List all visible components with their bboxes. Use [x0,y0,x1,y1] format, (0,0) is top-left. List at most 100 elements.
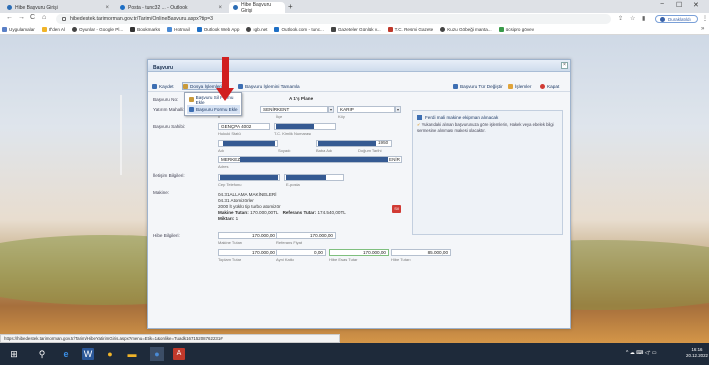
document-icon [189,97,194,102]
label-hibe: Hibe Bilgileri: [153,233,180,238]
browser-menu-icon[interactable]: ⋮ [702,15,708,22]
sidepanel-icon[interactable]: ▮ [642,15,645,22]
makine-sil-button[interactable]: Sil [392,205,401,213]
forward-icon[interactable]: → [18,14,25,21]
leaf-icon [498,27,504,32]
address-bar-row: ← → C ⌂ hibedestek.tarimorman.gov.tr/Tar… [0,13,709,25]
outlook-favicon-icon [120,5,125,10]
koy-select[interactable]: KARIP [337,106,395,113]
makine-tur: 04.31 Atomizörler [218,198,254,203]
redacted-name [223,141,275,146]
word-icon[interactable]: W [82,348,94,360]
tur-degistir-button[interactable]: Başvuru Tür Değiştir [453,82,503,90]
bookmark-ifden[interactable]: If'den Al [41,27,65,32]
bookmark-hotmail[interactable]: Hotmail [167,27,190,32]
bookmark-bookmarks[interactable]: Bookmarks [130,27,160,32]
reload-icon[interactable]: C [30,14,35,21]
tools-icon [508,83,513,89]
bookmark-outlook-com[interactable]: Outlook.com - tunc... [274,27,324,32]
search-icon[interactable]: ⚲ [36,348,48,360]
file-explorer-icon[interactable]: ▬ [126,348,138,360]
redacted-phone [220,175,278,180]
home-icon[interactable]: ⌂ [42,14,46,21]
hukuki-statu-field[interactable]: GENÇPA 4002 [218,123,270,130]
close-circle-icon [540,83,545,89]
bookmark-resmi-gazete[interactable]: T.C. Resmi Gazete [387,27,433,32]
star-icon[interactable]: ☆ [630,15,635,22]
chrome-icon[interactable]: ● [104,348,116,360]
menu-item-basvuru-formu-ekle[interactable]: Başvuru Formu Ekle [187,105,240,114]
outlook-icon [274,27,280,32]
url-bar[interactable]: hibedestek.tarimorman.gov.tr/Tarim/Onlin… [56,14,611,24]
start-windows-icon[interactable]: ⊞ [8,348,20,360]
minimize-icon[interactable]: − [660,1,664,8]
bookmarks-more-icon[interactable]: » [701,26,704,32]
baba-adi-caption: Baba Adı [316,148,333,153]
bookmark-ucsipro[interactable]: ücsipro gövev [498,27,534,32]
kaydet-button[interactable]: Kaydet [152,82,174,90]
bookmark-outlook-web[interactable]: Outlook Web App [196,27,239,32]
makine-tutari-field[interactable]: 170.000,00 [218,232,278,239]
bookmarks-bar: Uygulamalar If'den Al Oyunlar - Google P… [0,25,709,35]
il-select[interactable]: SENİRKENT [260,106,328,113]
new-tab-button[interactable]: + [288,2,293,11]
dialog-close-button[interactable]: × [561,62,568,69]
label-basvuru-sahibi: Başvuru Sahibi: [153,124,186,129]
adres-caption: Adres [218,164,229,169]
note-item: Ferdi mali makine ekipman alınacak [417,115,498,120]
hibe-esas-tutar-field[interactable]: 170.000,00 [329,249,389,256]
chevron-down-icon[interactable]: ▾ [328,106,334,113]
redacted-tc [276,124,314,129]
tab-hibe-basvuru-active[interactable]: Hibe Başvuru Girişi [229,1,285,14]
bookmark-apps[interactable]: Uygulamalar [2,27,35,32]
label-basvuru-no: Başvuru No: [153,97,179,102]
windows-taskbar: ⊞ ⚲ e W ● ▬ ● A ^ ☁ ⌨ ◁ᐩ ▭ 16:16 20.12.2… [0,343,709,365]
status-bar-url: https://hibedestek.tarimorman.gov.tr/Tar… [0,334,340,343]
note-item-2: ✔ Yukarıdaki alınan başvurunuza göre işl… [417,122,557,133]
globe-icon [440,27,446,32]
tab-hibe-basvuru-1[interactable]: Hibe Başvuru Girişi × [3,2,113,13]
bookmark-kuzu[interactable]: Kuzu Göbeği manta... [440,27,492,32]
kapat-button[interactable]: Kapat [540,82,559,90]
maximize-icon[interactable]: ☐ [676,1,682,9]
pdf-reader-icon[interactable]: A [173,348,185,360]
system-tray-icons[interactable]: ^ ☁ ⌨ ◁ᐩ ▭ [626,350,657,356]
makine-tutari-caption: Makine Tutarı [218,240,243,245]
makine-kategori: 04.31ALLAMA MAKİNELERİ [218,192,277,197]
toplam-tutar-field[interactable]: 170.000,00 [218,249,278,256]
bookmark-oyunlar[interactable]: Oyunlar - Google Pl... [72,27,123,32]
bookmark-igb[interactable]: ıgb.net [246,27,267,32]
site-favicon-icon [233,5,238,10]
chrome-active-icon[interactable]: ● [150,347,164,361]
star-icon [130,27,136,32]
note-text-1: Ferdi mali makine ekipman alınacak [425,115,499,120]
close-window-icon[interactable]: ✕ [693,1,699,9]
share-icon[interactable]: ⇪ [618,15,623,22]
toplam-tutar-caption: Toplam Tutar [218,257,242,262]
profile-button[interactable]: Duraklatıldı [655,15,698,23]
clock[interactable]: 16:16 20.12.2022 [686,347,708,359]
hibe-tutari-field[interactable]: 85.000,00 [391,249,451,256]
notes-panel: Ferdi mali makine ekipman alınacak ✔ Yuk… [412,110,563,235]
bookmark-gazeteler[interactable]: Gazeteler Günlük v... [330,27,381,32]
dialog-title: Başvuru [148,60,570,72]
edge-browser-icon[interactable]: e [60,348,72,360]
islemler-button[interactable]: İşlemler [508,82,531,90]
referans-fiyat-field[interactable]: 170.000,00 [276,232,336,239]
hukuki-statu-caption: Hukuki Statü [218,131,241,136]
basvuru-tamamla-button[interactable]: Başvuru İşlemini Tamamla [238,82,300,90]
hibe-tutari-caption: Hibe Tutarı [391,257,411,262]
annotation-arrow-shaft [222,57,229,90]
apps-grid-icon [2,27,7,32]
globe-icon [246,27,252,32]
tab-outlook[interactable]: Posta - tunc32 ... - Outlook × [116,2,226,13]
ayni-katki-field[interactable]: 0,00 [276,249,326,256]
tab-close-icon[interactable]: × [218,5,222,11]
tab-label: Hibe Başvuru Girişi [241,1,272,14]
label-iletisim: İletişim Bilgileri: [153,173,185,178]
back-icon[interactable]: ← [6,14,13,21]
chevron-down-icon[interactable]: ▾ [395,106,401,113]
tab-close-icon[interactable]: × [105,5,109,11]
label-makine: Makine: [153,190,170,195]
dogum-tarihi-value: 1950 [378,140,389,145]
